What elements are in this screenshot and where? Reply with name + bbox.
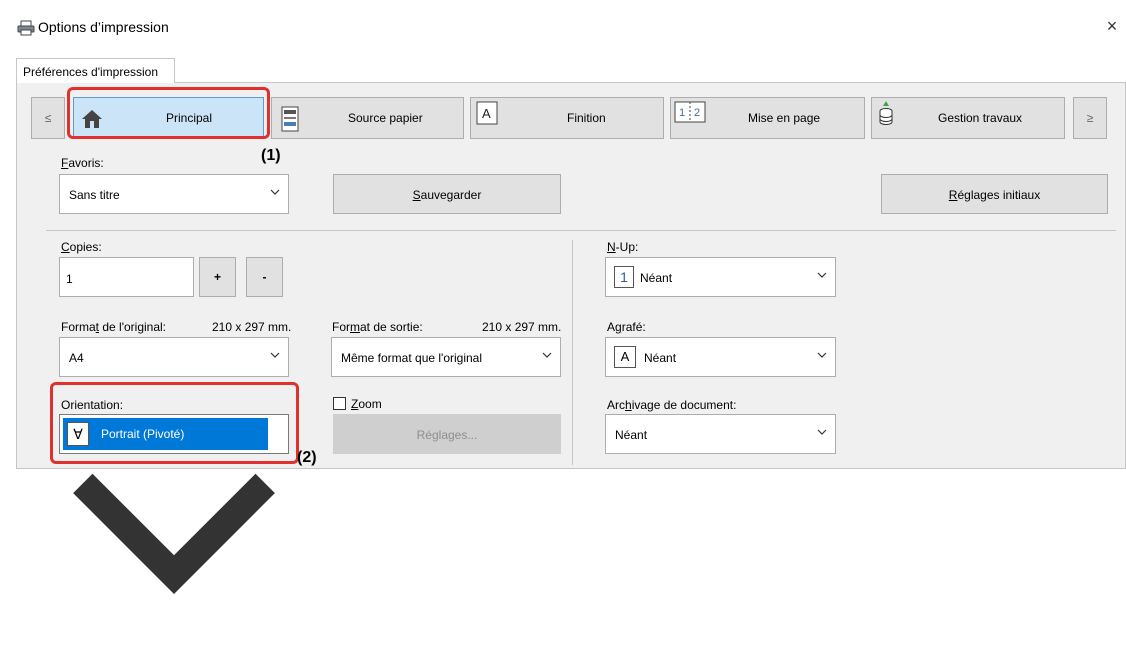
nav-label: Mise en page — [748, 111, 821, 125]
chevron-down-icon — [817, 272, 827, 278]
layout-icon: 1 2 — [674, 101, 706, 123]
divider — [46, 230, 1116, 231]
callout-highlight-2 — [50, 382, 299, 464]
window-title: Options d’impression — [38, 19, 169, 35]
output-size-dropdown[interactable]: Même format que l'original — [331, 337, 561, 377]
chevron-down-icon — [817, 429, 827, 435]
nav-gestion-travaux[interactable]: Gestion travaux — [871, 97, 1065, 139]
callout-label-1: (1) — [261, 147, 281, 164]
zoom-settings-button[interactable]: Réglages... — [333, 414, 561, 454]
archive-value: Néant — [615, 428, 648, 442]
staple-label: Agrafé: — [607, 320, 646, 334]
nup-label: N-Up: — [607, 240, 639, 254]
chevron-down-icon — [542, 352, 552, 358]
svg-text:1: 1 — [679, 107, 685, 119]
nup-dropdown[interactable]: 1 Néant — [605, 257, 836, 297]
printer-icon — [17, 20, 35, 36]
chevron-down-icon — [817, 352, 827, 358]
favoris-value: Sans titre — [69, 188, 120, 202]
original-size-dropdown[interactable]: A4 — [59, 337, 289, 377]
copies-minus-button[interactable]: - — [246, 257, 283, 297]
output-size-label: Format de sortie: — [332, 320, 423, 334]
callout-label-2: (2) — [297, 449, 317, 466]
nav-label: Source papier — [348, 111, 423, 125]
archive-label: Archivage de document: — [607, 398, 737, 412]
nav-next-button[interactable]: ≥ — [1073, 97, 1107, 139]
finishing-icon: A — [476, 101, 498, 125]
output-size-dims: 210 x 297 mm. — [482, 320, 562, 334]
tab-print-preferences[interactable]: Préférences d'impression — [16, 58, 175, 83]
copies-plus-button[interactable]: + — [199, 257, 236, 297]
staple-icon: A — [614, 346, 636, 368]
initial-settings-button[interactable]: Réglages initiaux — [881, 174, 1108, 214]
nav-mise-en-page[interactable]: 1 2 Mise en page — [670, 97, 865, 139]
zoom-checkbox[interactable] — [333, 397, 346, 410]
nav-label: Finition — [567, 111, 606, 125]
nup-icon: 1 — [614, 266, 634, 288]
column-divider — [572, 240, 573, 465]
nav-prev-button[interactable]: ≤ — [31, 97, 65, 139]
copies-value: 1 — [66, 272, 73, 286]
nav-source-papier[interactable]: Source papier — [271, 97, 464, 139]
favoris-label: Favoris: — [61, 156, 104, 170]
close-button[interactable]: × — [1102, 16, 1122, 37]
staple-dropdown[interactable]: A Néant — [605, 337, 836, 377]
archive-dropdown[interactable]: Néant — [605, 414, 836, 454]
callout-highlight-1 — [67, 87, 270, 139]
original-size-dims: 210 x 297 mm. — [212, 320, 292, 334]
zoom-label: Zoom — [351, 397, 382, 411]
copies-label: Copies: — [61, 240, 102, 254]
nav-finition[interactable]: A Finition — [470, 97, 664, 139]
output-size-value: Même format que l'original — [341, 351, 483, 365]
chevron-down-icon — [270, 352, 280, 358]
job-handling-icon — [879, 101, 893, 125]
nav-label: Gestion travaux — [938, 111, 1023, 125]
original-size-label: Format de l'original: — [61, 320, 167, 334]
staple-value: Néant — [644, 351, 677, 365]
chevron-down-icon — [270, 189, 280, 195]
original-size-value: A4 — [69, 351, 84, 365]
svg-text:2: 2 — [694, 107, 700, 119]
save-button[interactable]: Sauvegarder — [333, 174, 561, 214]
favoris-dropdown[interactable]: Sans titre — [59, 174, 289, 214]
copies-input[interactable]: 1 — [59, 257, 194, 297]
svg-text:A: A — [482, 106, 491, 121]
paper-tray-icon — [281, 106, 299, 132]
title-bar — [0, 0, 1126, 46]
nup-value: Néant — [640, 271, 673, 285]
